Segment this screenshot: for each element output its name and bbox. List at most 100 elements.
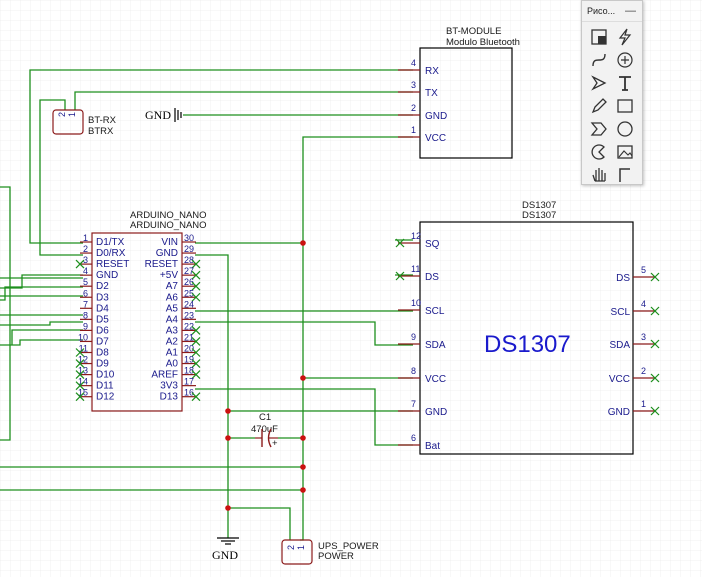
nano-right-pin-name: A0 [166,359,179,370]
ds1307-left-pin-number: 6 [411,433,416,443]
palette-header[interactable]: Рисо... — [582,1,642,22]
nano-left-pin-name: D12 [96,392,115,403]
ds1307-right-pin-number: 4 [641,299,646,309]
curve-tool-button[interactable] [588,49,610,71]
arrow-tool-button[interactable] [588,72,610,94]
nano-left-pin-number: 5 [83,277,88,287]
nano-right-pin-name: A7 [166,281,179,292]
pie-shape-icon [591,144,605,160]
gnd-bottom-label: GND [212,548,238,562]
circle-plus-tool-button[interactable] [614,49,636,71]
c1-value: 470uF [251,424,278,435]
rectangle-tool-button[interactable] [614,95,636,117]
bt-pin-name: RX [425,66,439,77]
nano-left-pin-number: 4 [83,266,88,276]
btrx-pin2-number: 2 [57,112,67,117]
ups-pin1-number: 1 [296,545,306,550]
image-icon [617,145,633,159]
ds1307-left-pin-name: SQ [425,239,440,250]
circle-tool-button[interactable] [614,118,636,140]
circle-plus-icon [617,52,633,68]
bt-pin-number: 4 [411,58,416,68]
nano-left-pin-name: D6 [96,325,109,336]
ds1307-right-pin-number: 5 [641,265,646,275]
nano-right-pin-name: A2 [166,336,179,347]
nano-left-pin-name: D10 [96,370,115,381]
ds1307-left-pin-number: 8 [411,366,416,376]
nano-right-pin-name: A4 [166,314,179,325]
nano-left-pin-name: D9 [96,359,109,370]
nano-left-pin-name: D7 [96,336,109,347]
chevron-shape-icon [590,122,607,136]
pencil-icon [591,98,607,114]
palette-tools [582,22,642,190]
nano-left-pin-name: D0/RX [96,248,126,259]
ds1307-left-pin-name: GND [425,407,447,418]
text-tool-icon [619,76,631,91]
circle-icon [617,121,633,137]
hand-icon [592,168,606,182]
frame-tool-tool-button[interactable] [588,26,610,48]
minimize-button[interactable]: — [625,1,636,21]
text-tool-tool-button[interactable] [614,72,636,94]
ds1307-right-pin-number: 1 [641,399,646,409]
bt-module-subtitle: Modulo Bluetooth [446,37,520,48]
nano-left-pin-name: D3 [96,292,109,303]
nano-right-pin-name: A5 [166,303,179,314]
nano-left-pin-number: 1 [83,233,88,243]
image-tool-button[interactable] [614,141,636,163]
nano-left-pin-number: 2 [83,244,88,254]
arrow-icon [591,75,607,91]
nano-left-pin-number: 7 [83,299,88,309]
corner-icon [619,168,630,182]
nano-right-pin-number: 23 [184,310,194,320]
pencil-tool-button[interactable] [588,95,610,117]
ds1307-right-pin-name: SDA [609,340,630,351]
ds1307-right-pin-name: SCL [611,307,631,318]
nano-right-pin-name: A1 [166,348,179,359]
gnd-top-label: GND [145,108,171,122]
nano-right-pin-number: 24 [184,299,194,309]
nano-left-pin-number: 10 [78,332,88,342]
bt-pin-number: 2 [411,103,416,113]
ds1307-left-pin-number: 7 [411,399,416,409]
c1-plus: + [272,438,278,449]
ds1307-left-pin-number: 10 [411,298,421,308]
ds1307-right-pin-number: 3 [641,332,646,342]
ups-pin2-number: 2 [286,545,296,550]
bt-pin-name: GND [425,111,447,122]
bt-module-title: BT-MODULE [446,26,501,37]
ds1307-left-pin-number: 11 [411,264,420,274]
nano-right-pin-name: RESET [145,259,178,270]
lightning-tool-button[interactable] [614,26,636,48]
nano-right-pin-name: GND [156,248,178,259]
nano-left-pin-number: 8 [83,310,88,320]
nano-left-pin-name: D4 [96,303,109,314]
nano-left-pin-name: D8 [96,348,109,359]
ds1307-left-pin-name: Bat [425,441,440,452]
ds1307-title-2: DS1307 [522,210,556,221]
lightning-icon [618,28,632,46]
btrx-label-1: BT-RX [88,115,117,126]
nano-right-pin-name: AREF [151,370,178,381]
nano-right-pin-name: A3 [166,325,179,336]
chevron-shape-tool-button[interactable] [588,118,610,140]
ds1307-big-label: DS1307 [484,331,571,358]
btrx-pin1-number: 1 [67,112,77,117]
pie-shape-tool-button[interactable] [588,141,610,163]
nano-left-pin-number: 9 [83,321,88,331]
ds1307-left-pin-name: VCC [425,374,446,385]
ds1307-left-pin-name: SCL [425,306,445,317]
drawing-palette[interactable]: Рисо... — [581,0,643,185]
ds1307-right-pin-number: 2 [641,366,646,376]
nano-left-pin-name: D2 [96,281,109,292]
curve-icon [592,53,606,67]
hand-tool-button[interactable] [588,164,610,186]
ds1307-right-pin-name: VCC [609,374,630,385]
ups-label-2: POWER [318,551,354,562]
nano-left-pin-name: RESET [96,259,129,270]
corner-tool-button[interactable] [614,164,636,186]
nano-title-2: ARDUINO_NANO [130,220,207,231]
ds1307-right-pin-name: GND [608,407,630,418]
bt-pin-number: 1 [411,125,416,135]
